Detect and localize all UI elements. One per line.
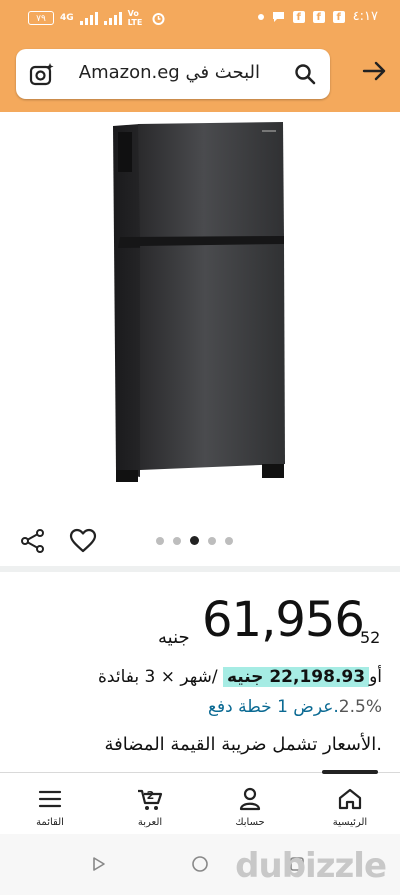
status-bar: ٧٩ 4G Vo LTE f f f ٤:١٧	[0, 0, 400, 34]
nav-menu-label: القائمة	[36, 817, 64, 828]
system-nav-bar: dubizzle	[0, 834, 400, 895]
home-icon	[338, 788, 362, 810]
signal-icon-2	[103, 11, 122, 25]
dubizzle-watermark: dubizzle	[235, 846, 387, 886]
price-fraction: 52	[360, 628, 381, 647]
account-icon	[239, 787, 261, 811]
clock: ٤:١٧	[352, 9, 378, 24]
search-icon[interactable]	[294, 63, 316, 85]
nav-home[interactable]: الرئيسية	[300, 770, 400, 835]
back-triangle-icon[interactable]	[92, 856, 106, 872]
share-icon[interactable]	[20, 528, 46, 554]
carousel-dot[interactable]	[208, 536, 216, 545]
carousel-dot[interactable]	[173, 536, 181, 545]
carousel-dot[interactable]	[225, 536, 233, 545]
installment-prefix: أو	[369, 667, 382, 687]
interest-rate: 2.5%	[338, 697, 382, 717]
heart-icon[interactable]	[69, 528, 97, 554]
installment-amount: 22,198.93 جنيه	[222, 667, 370, 687]
nav-home-label: الرئيسية	[332, 817, 368, 828]
facebook-icon: f	[312, 10, 325, 23]
signal-icon	[79, 11, 98, 25]
battery-icon: ٧٩	[28, 11, 54, 25]
vat-note: .الأسعار تشمل ضريبة القيمة المضافة	[104, 734, 382, 755]
installment-suffix: /شهر × 3 بفائدة	[98, 667, 218, 687]
product-image[interactable]	[0, 112, 400, 517]
menu-icon	[38, 790, 62, 808]
nav-account-label: حسابك	[235, 817, 265, 828]
search-placeholder: البحث في Amazon.eg	[78, 62, 260, 83]
image-action-bar	[0, 520, 400, 564]
carousel-dot[interactable]	[156, 536, 164, 545]
home-circle-icon[interactable]	[191, 855, 209, 873]
price-whole: 61,956	[202, 592, 365, 648]
installment-line: أو22,198.93 جنيه /شهر × 3 بفائدة	[98, 667, 382, 687]
payment-plan-link[interactable]: .عرض 1 خطة دفع	[208, 697, 339, 717]
search-input[interactable]: البحث في Amazon.eg	[16, 49, 330, 99]
price-currency: جنيه	[158, 627, 190, 648]
bottom-nav: الرئيسية حسابك 2 العربة القائمة	[0, 770, 400, 835]
carousel-dot-active[interactable]	[190, 536, 199, 545]
network-label: 4G	[60, 12, 74, 23]
facebook-icon: f	[292, 10, 305, 23]
cart-icon: 2	[138, 789, 163, 810]
nav-cart-label: العربة	[137, 817, 163, 828]
price-section: جنيه 61,956 52 أو22,198.93 جنيه /شهر × 3…	[0, 572, 400, 772]
nav-cart[interactable]: 2 العربة	[100, 773, 200, 835]
nav-menu[interactable]: القائمة	[0, 773, 100, 835]
cart-count: 2	[147, 789, 155, 802]
camera-search-icon[interactable]	[29, 62, 55, 88]
carousel-dots[interactable]	[156, 536, 233, 545]
active-tab-indicator	[322, 770, 378, 774]
chat-icon	[272, 12, 284, 22]
facebook-icon: f	[332, 10, 345, 23]
notification-dot-icon	[257, 13, 264, 20]
alarm-icon	[152, 12, 165, 25]
app-header: البحث في Amazon.eg	[0, 34, 400, 112]
refrigerator-image	[113, 122, 285, 482]
payment-plan-line: 2.5%.عرض 1 خطة دفع	[208, 697, 382, 717]
forward-arrow-icon[interactable]	[362, 58, 388, 84]
volte-label: Vo LTE	[127, 9, 143, 27]
nav-account[interactable]: حسابك	[200, 773, 300, 835]
